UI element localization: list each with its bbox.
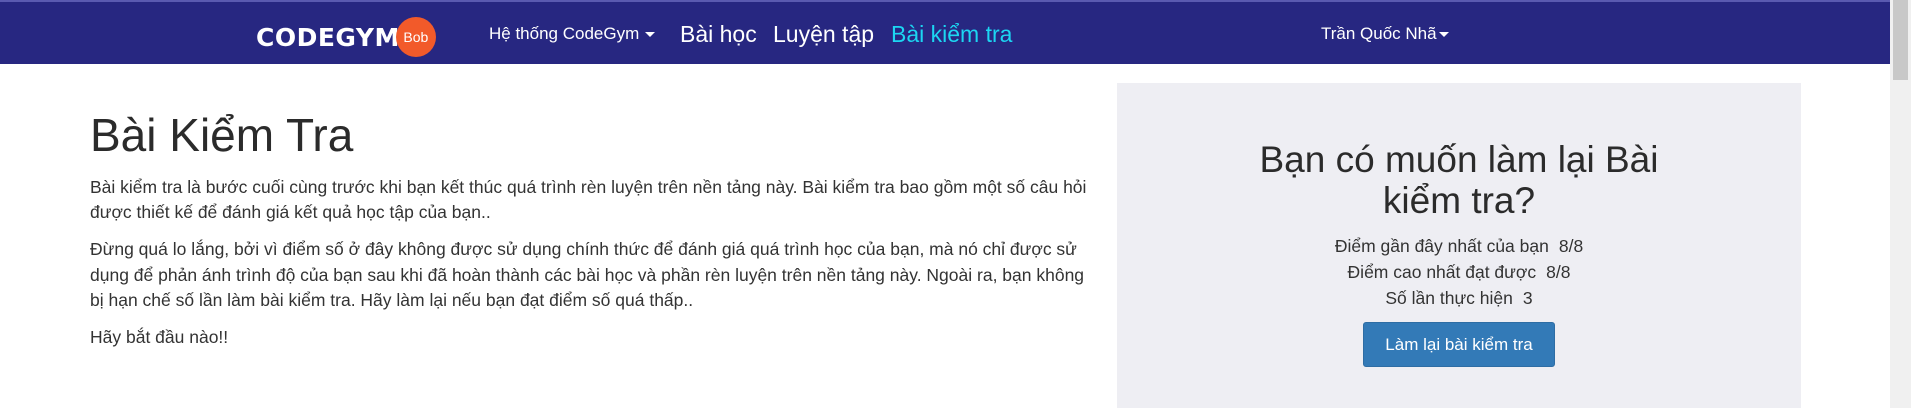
page-title: Bài Kiểm Tra	[90, 109, 354, 161]
intro-paragraph-3: Hãy bắt đầu nào!!	[90, 327, 229, 348]
nav-tests[interactable]: Bài kiểm tra	[891, 2, 1012, 66]
retake-test-button[interactable]: Làm lại bài kiểm tra	[1363, 322, 1555, 367]
retake-panel: Bạn có muốn làm lại Bài kiểm tra? Điểm g…	[1117, 83, 1801, 408]
logo-badge: Bob	[395, 17, 436, 57]
stat-latest-score: Điểm gần đây nhất của bạn 8/8	[1117, 236, 1801, 257]
scrollbar-thumb[interactable]	[1893, 0, 1908, 80]
stat-label: Điểm gần đây nhất của bạn	[1334, 236, 1549, 256]
chevron-down-icon	[645, 31, 656, 37]
stat-value: 8/8	[1558, 236, 1584, 256]
chevron-down-icon	[1438, 31, 1449, 37]
stat-value: 3	[1522, 288, 1533, 308]
stat-highest-score: Điểm cao nhất đạt được 8/8	[1117, 262, 1801, 283]
nav-lessons[interactable]: Bài học	[680, 2, 757, 66]
intro-paragraph-1: Bài kiểm tra là bước cuối cùng trước khi…	[90, 176, 1087, 222]
nav-system-menu-label: Hệ thống CodeGym	[489, 24, 640, 43]
test-intro: Bài Kiểm Tra Bài kiểm tra là bước cuối c…	[90, 110, 1090, 351]
stat-value: 8/8	[1546, 262, 1571, 282]
intro-paragraph-2: Đừng quá lo lắng, bởi vì điểm số ở đây k…	[90, 239, 1085, 311]
nav-practice[interactable]: Luyện tập	[773, 2, 874, 66]
nav-system-menu[interactable]: Hệ thống CodeGym	[489, 2, 656, 66]
stat-attempts: Số lần thực hiện 3	[1117, 288, 1801, 309]
codegym-logo[interactable]: CODEGYM Bob	[256, 17, 436, 57]
logo-text: CODEGYM	[256, 22, 400, 52]
top-navbar: CODEGYM Bob Hệ thống CodeGym Bài học Luy…	[0, 0, 1890, 64]
vertical-scrollbar[interactable]	[1890, 0, 1911, 408]
stat-label: Điểm cao nhất đạt được	[1347, 262, 1537, 282]
retake-panel-title: Bạn có muốn làm lại Bài kiểm tra?	[1259, 139, 1659, 221]
user-name: Trần Quốc Nhã	[1321, 24, 1437, 43]
stat-label: Số lần thực hiện	[1385, 288, 1513, 308]
user-menu[interactable]: Trần Quốc Nhã	[1321, 2, 1449, 66]
